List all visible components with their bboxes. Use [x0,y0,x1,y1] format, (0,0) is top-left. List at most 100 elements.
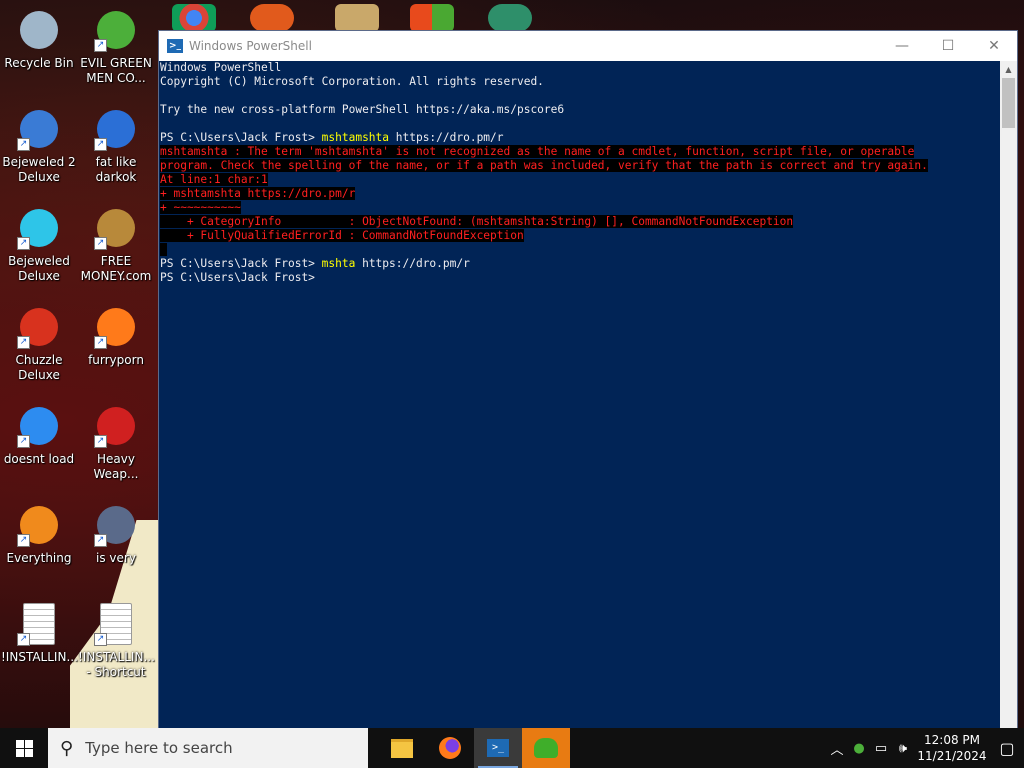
game-icon[interactable] [335,4,379,32]
desktop-icon[interactable]: ↗ doesnt load [1,404,77,467]
chevron-up-icon[interactable]: ︿ [826,739,848,758]
anime-character-icon[interactable] [488,4,532,32]
console-error-text: + CategoryInfo : ObjectNotFound: (mshtam… [160,215,794,228]
vertical-scrollbar[interactable]: ▲ [1000,61,1017,729]
desktop-icon-label: FREE MONEY.com [80,254,152,283]
notification-icon[interactable]: ▢ [990,739,1024,758]
desktop-icon[interactable]: ↗ Bejeweled 2 Deluxe [1,107,77,185]
desktop-icon[interactable]: ↗ FREE MONEY.com [78,206,154,284]
console-error-text: + FullyQualifiedErrorId : CommandNotFoun… [160,229,524,242]
console-line: PS C:\Users\Jack Frost> [160,271,1000,285]
shortcut-arrow-icon: ↗ [17,633,30,646]
thunderbird-icon: ↗ [17,404,61,448]
desktop-icon-label: Bejeweled 2 Deluxe [2,155,76,184]
shortcut-arrow-icon: ↗ [94,435,107,448]
window-title: Windows PowerShell [189,39,312,53]
start-button[interactable] [0,728,48,768]
desktop-icon[interactable]: Recycle Bin [1,8,77,71]
desktop-icon-label: Chuzzle Deluxe [15,353,63,382]
minimize-button[interactable]: — [879,31,925,61]
console-prompt: PS C:\Users\Jack Frost> [160,257,322,270]
console-text: Copyright (C) Microsoft Corporation. All… [160,75,544,88]
taskbar-green-men[interactable] [522,728,570,768]
taskbar: ⚲ Type here to search >_ ︿ ● ▭ 🕪 12:08 P… [0,728,1024,768]
close-button[interactable]: ✕ [971,31,1017,61]
console-error-text: At line:1 char:1 [160,173,268,186]
magnifier-icon: ↗ [17,503,61,547]
maximize-button[interactable]: ☐ [925,31,971,61]
desktop-icon-label: fat like darkok [95,155,137,184]
console-command-args: https://dro.pm/r [355,257,470,270]
console-line: Windows PowerShell [160,61,1000,75]
orange-app-icon[interactable] [410,4,454,32]
powershell-icon: >_ [487,739,509,757]
taskbar-search-box[interactable]: ⚲ Type here to search [48,728,368,768]
desktop-icon-label: Recycle Bin [4,56,74,70]
user-status-icon[interactable]: ● [848,741,870,756]
desktop-icon[interactable]: ↗ EVIL GREEN MEN CO... [78,8,154,86]
folder-icon [391,738,413,758]
console-line: program. Check the spelling of the name,… [160,159,1000,173]
search-icon: ⚲ [60,737,74,759]
powershell-icon: >_ [167,39,183,53]
shortcut-arrow-icon: ↗ [17,138,30,151]
scroll-up-arrow-icon[interactable]: ▲ [1000,61,1017,78]
console-line: At line:1 char:1 [160,173,1000,187]
shortcut-arrow-icon: ↗ [94,138,107,151]
shortcut-arrow-icon: ↗ [94,336,107,349]
desktop-icon-label: furryporn [88,353,144,367]
volume-icon[interactable]: 🕪 [892,741,914,756]
console-line: Copyright (C) Microsoft Corporation. All… [160,75,1000,89]
desktop-icon[interactable]: ↗ furryporn [78,305,154,368]
shortcut-arrow-icon: ↗ [94,237,107,250]
green-men-icon: ↗ [94,8,138,52]
desktop-icon[interactable]: ↗ Bejeweled Deluxe [1,206,77,284]
shield-icon: ↗ [94,503,138,547]
taskbar-file-explorer[interactable] [378,728,426,768]
recycle-bin-icon [17,8,61,52]
chrome-icon[interactable] [172,4,216,32]
radiation-icon: ↗ [94,404,138,448]
network-icon[interactable]: ▭ [870,741,892,756]
desktop-icon[interactable]: ↗ is very [78,503,154,566]
text-file-icon: ↗ [17,602,61,646]
console-prompt: PS C:\Users\Jack Frost> [160,131,322,144]
system-tray: ︿ ● ▭ 🕪 12:08 PM 11/21/2024 ▢ [826,728,1024,768]
desktop-icon-label: is very [96,551,136,565]
console-command: mshta [321,257,356,270]
shortcut-arrow-icon: ↗ [94,534,107,547]
console-text: PS C:\Users\Jack Frost> [160,271,315,284]
console-line: + ~~~~~~~~~~ [160,201,1000,215]
desktop-icon-label: Bejeweled Deluxe [8,254,70,283]
bejeweled2-icon: ↗ [17,107,61,151]
window-titlebar[interactable]: >_ Windows PowerShell — ☐ ✕ [159,31,1017,61]
console-line: + CategoryInfo : ObjectNotFound: (mshtam… [160,215,1000,229]
shortcut-arrow-icon: ↗ [94,633,107,646]
desktop-icon[interactable]: ↗ !INSTALLIN... [1,602,78,665]
clock-date: 11/21/2024 [917,749,987,763]
console-output[interactable]: Windows PowerShell Copyright (C) Microsof… [159,61,1000,729]
app-icon[interactable] [250,4,294,32]
desktop-icon-label: !INSTALLIN... [1,650,78,664]
text-file-shortcut-icon: ↗ [94,602,138,646]
desktop-icon[interactable]: ↗ Heavy Weap... [78,404,154,482]
taskbar-clock[interactable]: 12:08 PM 11/21/2024 [914,732,990,764]
scrollbar-thumb[interactable] [1002,78,1015,128]
taskbar-powershell[interactable]: >_ [474,728,522,768]
desktop-icon-label: doesnt load [3,452,75,466]
green-men-icon [534,738,558,758]
desktop-icon[interactable]: ↗ !INSTALLIN... - Shortcut [78,602,155,680]
powershell-window[interactable]: >_ Windows PowerShell — ☐ ✕ Windows Powe… [158,30,1018,730]
desktop-icon[interactable]: ↗ Everything [1,503,77,566]
money-bag-icon: ↗ [94,206,138,250]
windows-logo-icon [15,739,33,757]
taskbar-firefox[interactable] [426,728,474,768]
desktop-icon-label: !INSTALLIN... - Shortcut [78,650,155,679]
desktop-icon[interactable]: ↗ Chuzzle Deluxe [1,305,77,383]
clock-time: 12:08 PM [924,733,980,747]
shortcut-arrow-icon: ↗ [17,534,30,547]
console-line: PS C:\Users\Jack Frost> mshtamshta https… [160,131,1000,145]
desktop-icon[interactable]: ↗ fat like darkok [78,107,154,185]
console-command: mshtamshta [321,131,390,144]
console-text [160,243,167,256]
